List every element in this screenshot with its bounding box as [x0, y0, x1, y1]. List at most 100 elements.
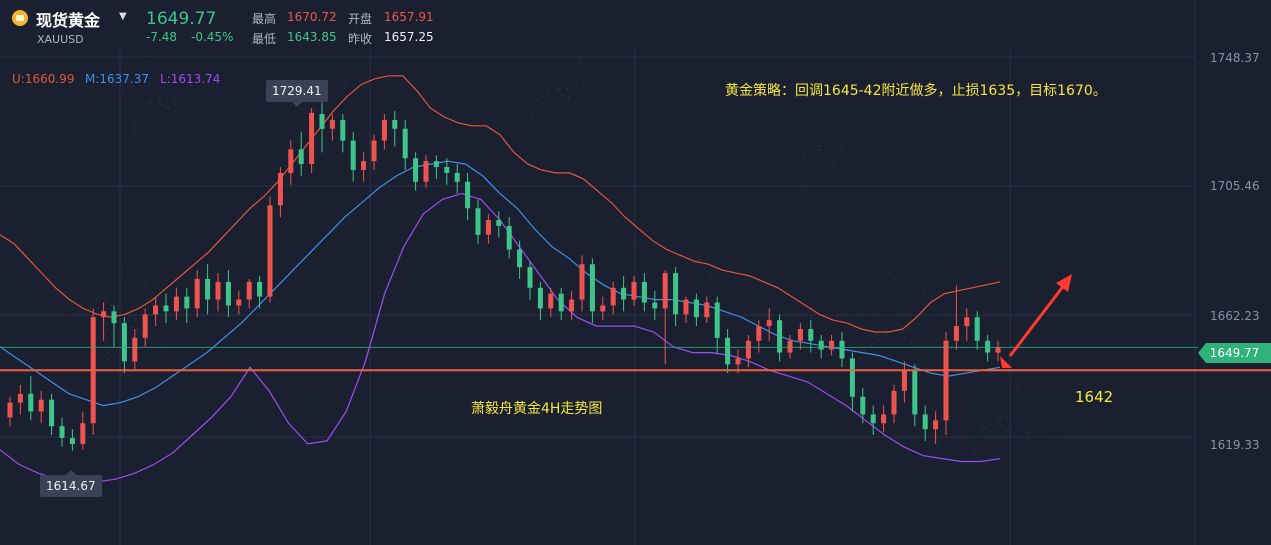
candle	[964, 308, 970, 341]
candle	[288, 140, 294, 185]
candle	[985, 334, 991, 362]
candle-body	[735, 358, 741, 365]
high-value: 1670.72	[287, 10, 337, 24]
candle-body	[80, 423, 86, 444]
candle	[132, 329, 138, 371]
candle	[485, 214, 491, 244]
candle	[901, 361, 907, 403]
chevron-down-icon[interactable]: ▼	[119, 11, 127, 22]
candle-body	[964, 317, 970, 327]
candle	[569, 290, 575, 321]
current-price-tag: 1649.77	[1198, 343, 1271, 363]
candle-body	[839, 340, 845, 359]
candle	[506, 217, 512, 259]
candle-body	[257, 281, 263, 297]
candle	[797, 323, 803, 350]
candle	[246, 278, 252, 309]
boll-lower-line	[0, 192, 1001, 483]
low-value: 1643.85	[287, 30, 337, 44]
prev-close-value: 1657.25	[384, 30, 434, 44]
candle	[912, 364, 918, 427]
bollinger-bands	[0, 75, 1001, 483]
candle	[662, 270, 668, 365]
max-price-value: 1729.41	[272, 84, 322, 98]
candle-body	[621, 287, 627, 300]
candle-body	[756, 326, 762, 341]
candle-body	[371, 140, 377, 162]
candle	[340, 114, 346, 153]
candle-body	[465, 181, 471, 209]
candle-body	[475, 208, 481, 235]
candle-body	[589, 264, 595, 312]
candle-body	[246, 281, 252, 300]
candle	[725, 329, 731, 374]
candle	[361, 152, 367, 182]
candle-body	[101, 311, 107, 318]
candle	[818, 334, 824, 359]
candle-body	[132, 337, 138, 362]
candle-body	[194, 278, 200, 309]
candle	[381, 114, 387, 150]
candle-body	[683, 299, 689, 315]
candle-body	[537, 287, 543, 309]
candle-body	[267, 205, 273, 297]
candle-body	[912, 370, 918, 415]
price-change-pct: -0.45%	[191, 30, 234, 44]
candle	[69, 429, 75, 451]
candle-body	[818, 340, 824, 350]
candle	[402, 119, 408, 170]
boll-lower-label: L:1613.74	[160, 72, 221, 86]
candle	[194, 270, 200, 318]
candle	[870, 405, 876, 436]
candle	[111, 305, 117, 347]
candle	[787, 334, 793, 359]
candle-body	[797, 329, 803, 341]
candle-body	[153, 305, 159, 315]
candle	[309, 108, 315, 173]
candle	[225, 270, 231, 318]
candle	[922, 405, 928, 441]
candle-body	[184, 296, 190, 309]
candle	[59, 417, 65, 447]
candle	[610, 281, 616, 315]
candle	[7, 396, 13, 427]
candle-body	[381, 119, 387, 141]
candle-body	[881, 414, 887, 424]
candle-body	[673, 273, 679, 315]
candle	[714, 296, 720, 353]
candle-body	[548, 293, 554, 309]
candle-body	[901, 370, 907, 391]
candle	[184, 287, 190, 324]
boll-upper-line	[0, 75, 1001, 333]
candle-body	[163, 305, 169, 312]
candle	[704, 296, 710, 324]
candle-body	[745, 340, 751, 359]
candle	[766, 308, 772, 341]
candle-body	[995, 347, 1001, 353]
candle-body	[59, 426, 65, 438]
support-level-label: 1642	[1075, 388, 1114, 406]
candle-body	[485, 220, 491, 235]
instrument-name[interactable]: 现货黄金	[36, 7, 100, 31]
candle	[49, 393, 55, 436]
candle	[465, 172, 471, 221]
y-tick-label: 1748.37	[1210, 51, 1260, 65]
candle	[205, 264, 211, 315]
candle-body	[860, 396, 866, 415]
candle	[933, 411, 939, 444]
candle-body	[527, 267, 533, 288]
candle-body	[215, 281, 221, 300]
candle	[589, 258, 595, 324]
candle	[298, 131, 304, 176]
candle	[537, 281, 543, 321]
trend-arrow	[1000, 274, 1072, 368]
candle-body	[205, 278, 211, 300]
candle-body	[558, 293, 564, 312]
candle-body	[69, 437, 75, 444]
candle	[163, 293, 169, 324]
candle	[215, 273, 221, 312]
candle	[433, 155, 439, 179]
candle-body	[423, 161, 429, 182]
candle-body	[953, 326, 959, 341]
candle-body	[111, 311, 117, 324]
